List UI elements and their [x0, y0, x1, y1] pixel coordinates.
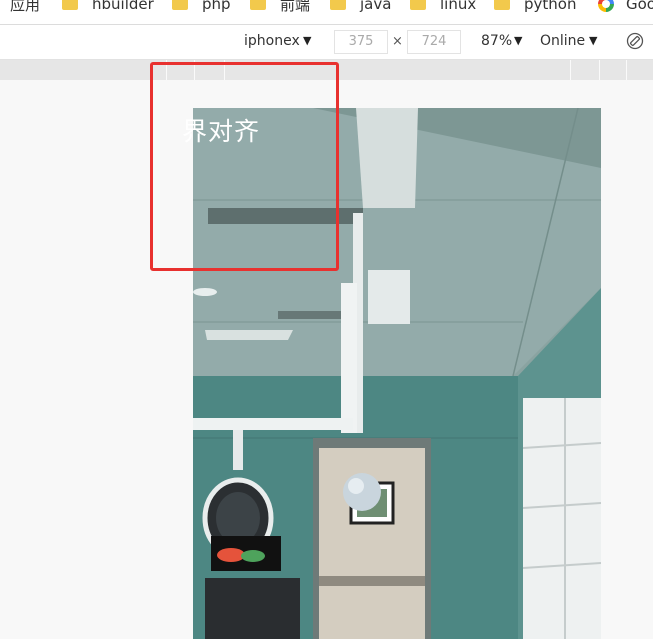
network-select[interactable]: Online: [540, 33, 585, 49]
monitor-graphic: [241, 550, 265, 562]
times-icon: ×: [392, 34, 403, 49]
bookmark-label: hbuilder: [92, 0, 154, 13]
bookmark-label: linux: [440, 0, 477, 13]
folder-icon: [62, 0, 78, 10]
bookmark-apps[interactable]: 应用: [10, 0, 40, 14]
ruler-tick: [626, 60, 627, 80]
width-input[interactable]: 375: [334, 30, 388, 54]
storage-shelves: [523, 398, 601, 639]
bookmark-java[interactable]: java: [330, 0, 391, 14]
ceiling-light: [205, 330, 293, 340]
ceiling-vent: [278, 311, 348, 319]
folder-icon: [250, 0, 266, 10]
bookmark-php[interactable]: php: [172, 0, 231, 14]
ruler-tick: [599, 60, 600, 80]
bookmark-label: 前端: [280, 0, 311, 14]
door-kickplate: [319, 576, 425, 586]
monitor-graphic: [217, 548, 245, 562]
bookmarks-bar: 应用 hbuilder php 前端 java linux python Goo: [0, 0, 653, 25]
chevron-down-icon[interactable]: ▼: [303, 34, 311, 47]
ceiling-light: [356, 108, 418, 208]
rotate-icon[interactable]: [626, 32, 644, 50]
bookmark-label: Goo: [626, 0, 653, 13]
bookmark-label: java: [360, 0, 392, 13]
bookmark-frontend[interactable]: 前端: [250, 0, 310, 14]
folder-icon: [172, 0, 188, 10]
surgical-arm: [341, 283, 357, 433]
zoom-select[interactable]: 87%: [481, 33, 512, 49]
bookmark-google[interactable]: Goo: [598, 0, 653, 14]
ceiling-spot: [193, 288, 217, 296]
surgical-arm-joint: [233, 430, 243, 470]
chevron-down-icon[interactable]: ▼: [589, 34, 597, 47]
ruler-tick: [570, 60, 571, 80]
folder-icon: [410, 0, 426, 10]
device-select[interactable]: iphonex: [244, 33, 300, 49]
equipment-cart: [205, 578, 300, 639]
surgical-arm-horizontal: [193, 418, 353, 430]
bookmark-label: 应用: [10, 0, 41, 14]
folder-icon: [330, 0, 346, 10]
device-toolbar: iphonex ▼ 375 × 724 87% ▼ Online ▼: [0, 25, 653, 60]
bookmark-python[interactable]: python: [494, 0, 576, 14]
hotspot-highlight: [348, 478, 364, 494]
google-icon: [598, 0, 614, 12]
bookmark-label: python: [524, 0, 577, 13]
folder-icon: [494, 0, 510, 10]
ceiling-light: [368, 270, 410, 324]
chevron-down-icon[interactable]: ▼: [514, 34, 522, 47]
height-input[interactable]: 724: [407, 30, 461, 54]
bookmark-hbuilder[interactable]: hbuilder: [62, 0, 154, 14]
bookmark-label: php: [202, 0, 231, 13]
highlight-box: [150, 62, 339, 271]
hotspot-sphere[interactable]: [343, 473, 381, 511]
bookmark-linux[interactable]: linux: [410, 0, 476, 14]
